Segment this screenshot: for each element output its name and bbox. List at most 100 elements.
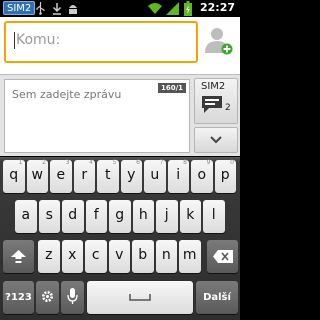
key-label: m <box>182 247 197 263</box>
recipient-area: Komu: <box>0 17 240 74</box>
sim-indicator: SIM2 <box>3 1 36 15</box>
expand-button[interactable] <box>194 127 238 153</box>
key-label: z <box>45 247 53 263</box>
settings-key[interactable] <box>36 281 59 314</box>
key-label: n <box>161 247 171 263</box>
signal-icon <box>166 2 179 15</box>
key[interactable]: u7 <box>144 159 166 193</box>
key-label: d <box>68 207 78 223</box>
key[interactable]: a <box>15 200 37 233</box>
space-key[interactable] <box>87 281 193 314</box>
backspace-key[interactable] <box>207 240 238 273</box>
chevron-down-icon <box>210 136 222 144</box>
gear-icon <box>42 291 53 302</box>
send-sim-label: SIM2 <box>201 81 226 92</box>
key-number-hint: 9 <box>206 159 211 166</box>
key[interactable]: s <box>38 200 60 233</box>
battery-charging-icon <box>184 1 192 16</box>
key-label: s <box>45 207 53 223</box>
key[interactable]: w2 <box>26 159 48 193</box>
android-debug-icon <box>69 5 77 14</box>
key[interactable]: o9 <box>191 159 213 193</box>
key-label: o <box>197 167 207 183</box>
key-label: w <box>31 167 43 183</box>
key[interactable]: b <box>132 240 154 273</box>
key-number-hint: 0 <box>230 159 234 166</box>
message-placeholder: Sem zadejte zprávu <box>12 88 122 101</box>
key-label: v <box>115 247 124 263</box>
status-bar: SIM2 22:27 <box>0 0 240 17</box>
clock: 22:27 <box>199 1 235 14</box>
voice-input-key[interactable] <box>61 281 84 314</box>
shift-icon <box>11 250 26 263</box>
add-contact-button[interactable] <box>202 21 236 63</box>
char-counter: 160/1 <box>157 83 186 93</box>
message-input[interactable]: Sem zadejte zprávu 160/1 <box>4 79 190 153</box>
key-label: r <box>81 167 88 183</box>
key-label: l <box>211 207 216 223</box>
key-number-hint: 8 <box>183 159 187 166</box>
send-message-icon <box>202 96 222 113</box>
key-label: k <box>186 207 195 223</box>
key-label: u <box>150 167 160 183</box>
shift-key[interactable] <box>3 240 34 273</box>
symbols-label: ?123 <box>5 292 32 303</box>
key-label: g <box>115 207 125 223</box>
key[interactable]: y6 <box>120 159 142 193</box>
key[interactable]: f <box>85 200 107 233</box>
key-label: x <box>68 247 77 263</box>
key[interactable]: r4 <box>73 159 95 193</box>
key-number-hint: 3 <box>65 159 70 166</box>
key[interactable]: h <box>132 200 154 233</box>
next-key-label: Další <box>203 292 231 303</box>
key-label: f <box>93 207 99 223</box>
key-label: p <box>220 167 230 183</box>
key-number-hint: 7 <box>159 159 164 166</box>
key[interactable]: x <box>61 240 83 273</box>
symbols-key[interactable]: ?123 <box>3 281 34 314</box>
key-label: q <box>9 167 19 183</box>
key-label: h <box>138 207 148 223</box>
key-number-hint: 2 <box>42 159 46 166</box>
key-label: a <box>21 207 31 223</box>
key-label: i <box>176 167 181 183</box>
key[interactable]: j <box>156 200 178 233</box>
recipient-placeholder: Komu: <box>16 32 61 48</box>
key[interactable]: c <box>85 240 107 273</box>
key[interactable]: z <box>38 240 60 273</box>
keyboard: q1w2e3r4t5y6u7i8o9p0 asdfghjkl zxcvbnm ?… <box>0 157 240 320</box>
wifi-icon <box>148 3 162 14</box>
key-number-hint: 5 <box>112 159 117 166</box>
key[interactable]: q1 <box>3 159 25 193</box>
key-label: e <box>56 167 66 183</box>
key[interactable]: n <box>155 240 177 273</box>
key[interactable]: v <box>108 240 130 273</box>
key-label: y <box>127 167 136 183</box>
key[interactable]: i8 <box>167 159 189 193</box>
key[interactable]: m <box>179 240 201 273</box>
send-sim2-button[interactable]: SIM2 2 <box>194 78 238 124</box>
add-contact-icon <box>205 28 233 55</box>
key-number-hint: 6 <box>136 159 140 166</box>
key[interactable]: d <box>62 200 84 233</box>
usb-icon <box>36 2 45 15</box>
key[interactable]: p0 <box>214 159 236 193</box>
key-label: c <box>91 247 100 263</box>
key-label: t <box>105 167 111 183</box>
key[interactable]: e3 <box>50 159 72 193</box>
key[interactable]: g <box>109 200 131 233</box>
key[interactable]: l <box>203 200 225 233</box>
key[interactable]: k <box>179 200 201 233</box>
space-icon <box>129 294 151 301</box>
next-key[interactable]: Další <box>196 281 238 314</box>
recipient-input[interactable]: Komu: <box>4 21 198 63</box>
key-number-hint: 4 <box>89 159 93 166</box>
microphone-icon <box>67 288 78 304</box>
send-sim-number: 2 <box>225 103 231 113</box>
key-label: j <box>164 207 169 223</box>
backspace-icon <box>213 250 233 263</box>
key[interactable]: t5 <box>97 159 119 193</box>
key-number-hint: 1 <box>18 159 23 166</box>
key-label: b <box>138 247 148 263</box>
download-icon <box>52 3 62 15</box>
